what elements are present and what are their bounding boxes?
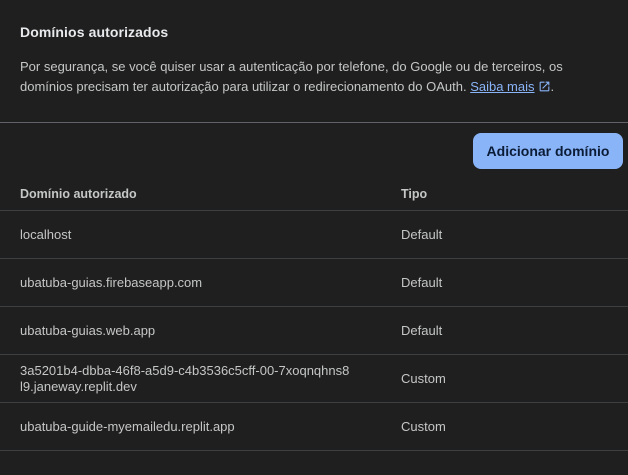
column-header-type: Tipo [401, 186, 428, 201]
table-row[interactable]: ubatuba-guias.web.app Default [0, 307, 628, 355]
section-header: Domínios autorizados Por segurança, se v… [0, 0, 628, 100]
learn-more-link[interactable]: Saiba mais [470, 79, 550, 94]
trailing-period: . [550, 79, 555, 94]
type-cell: Custom [401, 371, 446, 386]
table-header-row: Domínio autorizado Tipo [0, 177, 628, 211]
type-cell: Default [401, 275, 443, 290]
table-row[interactable]: ubatuba-guias.firebaseapp.com Default [0, 259, 628, 307]
authorized-domains-panel: Domínios autorizados Por segurança, se v… [0, 0, 628, 475]
column-header-domain: Domínio autorizado [20, 186, 137, 201]
domain-cell: ubatuba-guias.firebaseapp.com [20, 274, 203, 290]
type-cell: Default [401, 323, 443, 338]
domains-table: Domínio autorizado Tipo localhost Defaul… [0, 177, 628, 451]
domain-cell: localhost [20, 226, 72, 242]
domain-cell: 3a5201b4-dbba-46f8-a5d9-c4b3536c5cff-00-… [20, 362, 350, 394]
open-in-new-icon [539, 81, 549, 92]
table-row[interactable]: ubatuba-guide-myemailedu.replit.app Cust… [0, 403, 628, 451]
section-description: Por segurança, se você quiser usar a aut… [20, 57, 580, 97]
type-cell: Custom [401, 419, 446, 434]
domain-cell: ubatuba-guide-myemailedu.replit.app [20, 418, 235, 434]
learn-more-label: Saiba mais [470, 79, 535, 94]
type-cell: Default [401, 227, 443, 242]
table-row[interactable]: localhost Default [0, 211, 628, 259]
section-divider [0, 122, 628, 123]
domain-cell: ubatuba-guias.web.app [20, 322, 156, 338]
add-domain-button[interactable]: Adicionar domínio [473, 133, 623, 169]
section-title: Domínios autorizados [20, 24, 169, 40]
table-row[interactable]: 3a5201b4-dbba-46f8-a5d9-c4b3536c5cff-00-… [0, 355, 628, 403]
